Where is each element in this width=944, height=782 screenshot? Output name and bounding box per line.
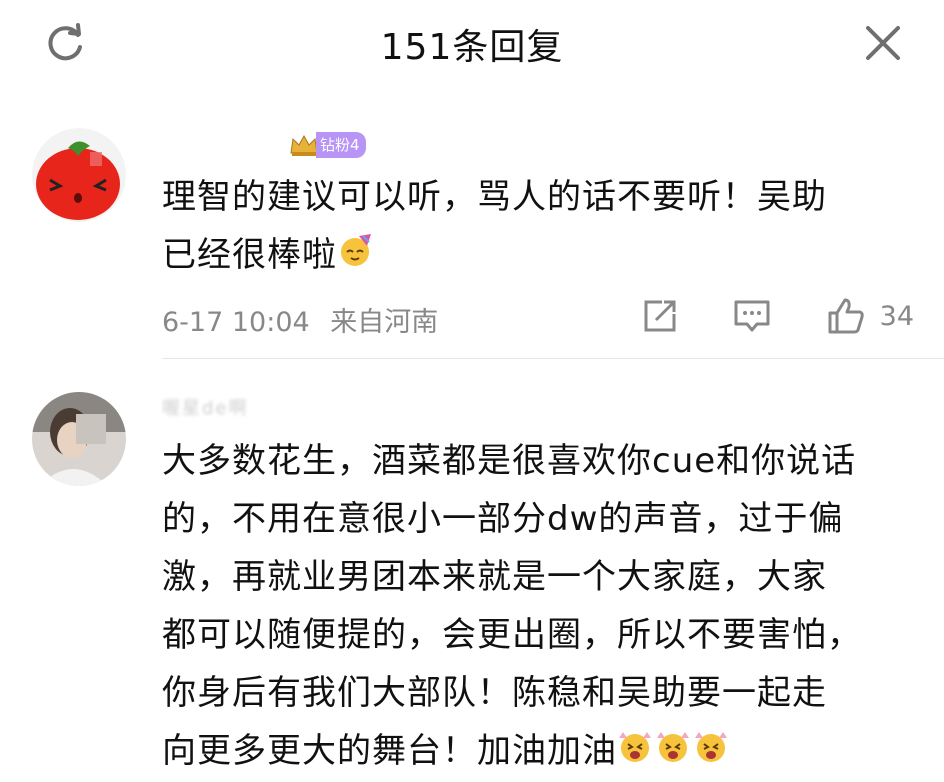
badge-label: 钻粉4 bbox=[316, 132, 366, 158]
comment-actions: 34 bbox=[640, 294, 914, 338]
fan-badge: 钻粉4 bbox=[288, 132, 366, 158]
share-icon[interactable] bbox=[640, 296, 680, 336]
page-title: 151条回复 bbox=[380, 27, 564, 68]
comment-line: 你身后有我们大部队！陈稳和吴助要一起走 bbox=[162, 673, 827, 713]
comment-location: 来自河南 bbox=[330, 307, 439, 338]
reply-header: 151条回复 bbox=[0, 0, 944, 86]
username[interactable]: 喔星de啊 bbox=[162, 394, 249, 420]
like-icon[interactable] bbox=[826, 296, 866, 336]
avatar[interactable] bbox=[32, 392, 126, 486]
close-icon[interactable] bbox=[862, 22, 904, 64]
comment-item: 钻粉4 理智的建议可以听，骂人的话不要听！吴助 已经很棒啦 6-17 10:04… bbox=[0, 122, 944, 362]
party-face-icon bbox=[337, 228, 373, 286]
comment-item: 喔星de啊 大多数花生，酒菜都是很喜欢你cue和你说话 的，不用在意很小一部分d… bbox=[0, 390, 944, 771]
avatar[interactable] bbox=[32, 128, 126, 222]
comment-line: 的，不用在意很小一部分dw的声音，过于偏 bbox=[162, 499, 844, 539]
like-count: 34 bbox=[879, 300, 914, 332]
comment-line: 向更多更大的舞台！加油加油 bbox=[162, 731, 617, 771]
comment-line: 都可以随便提的，会更出圈，所以不要害怕， bbox=[162, 615, 862, 655]
comment-text: 大多数花生，酒菜都是很喜欢你cue和你说话 的，不用在意很小一部分dw的声音，过… bbox=[162, 432, 922, 782]
comment-meta: 6-17 10:04 来自河南 bbox=[162, 300, 438, 339]
comment-line: 激，再就业男团本来就是一个大家庭，大家 bbox=[162, 557, 827, 597]
comment-line: 理智的建议可以听，骂人的话不要听！吴助 bbox=[162, 177, 827, 217]
comment-time: 6-17 10:04 bbox=[162, 307, 310, 338]
cheering-face-icon bbox=[617, 724, 731, 782]
comment-line: 大多数花生，酒菜都是很喜欢你cue和你说话 bbox=[162, 441, 857, 481]
comment-text: 理智的建议可以听，骂人的话不要听！吴助 已经很棒啦 bbox=[162, 168, 922, 286]
comment-line: 已经很棒啦 bbox=[162, 235, 337, 275]
divider bbox=[162, 358, 944, 359]
reply-icon[interactable] bbox=[732, 296, 772, 336]
